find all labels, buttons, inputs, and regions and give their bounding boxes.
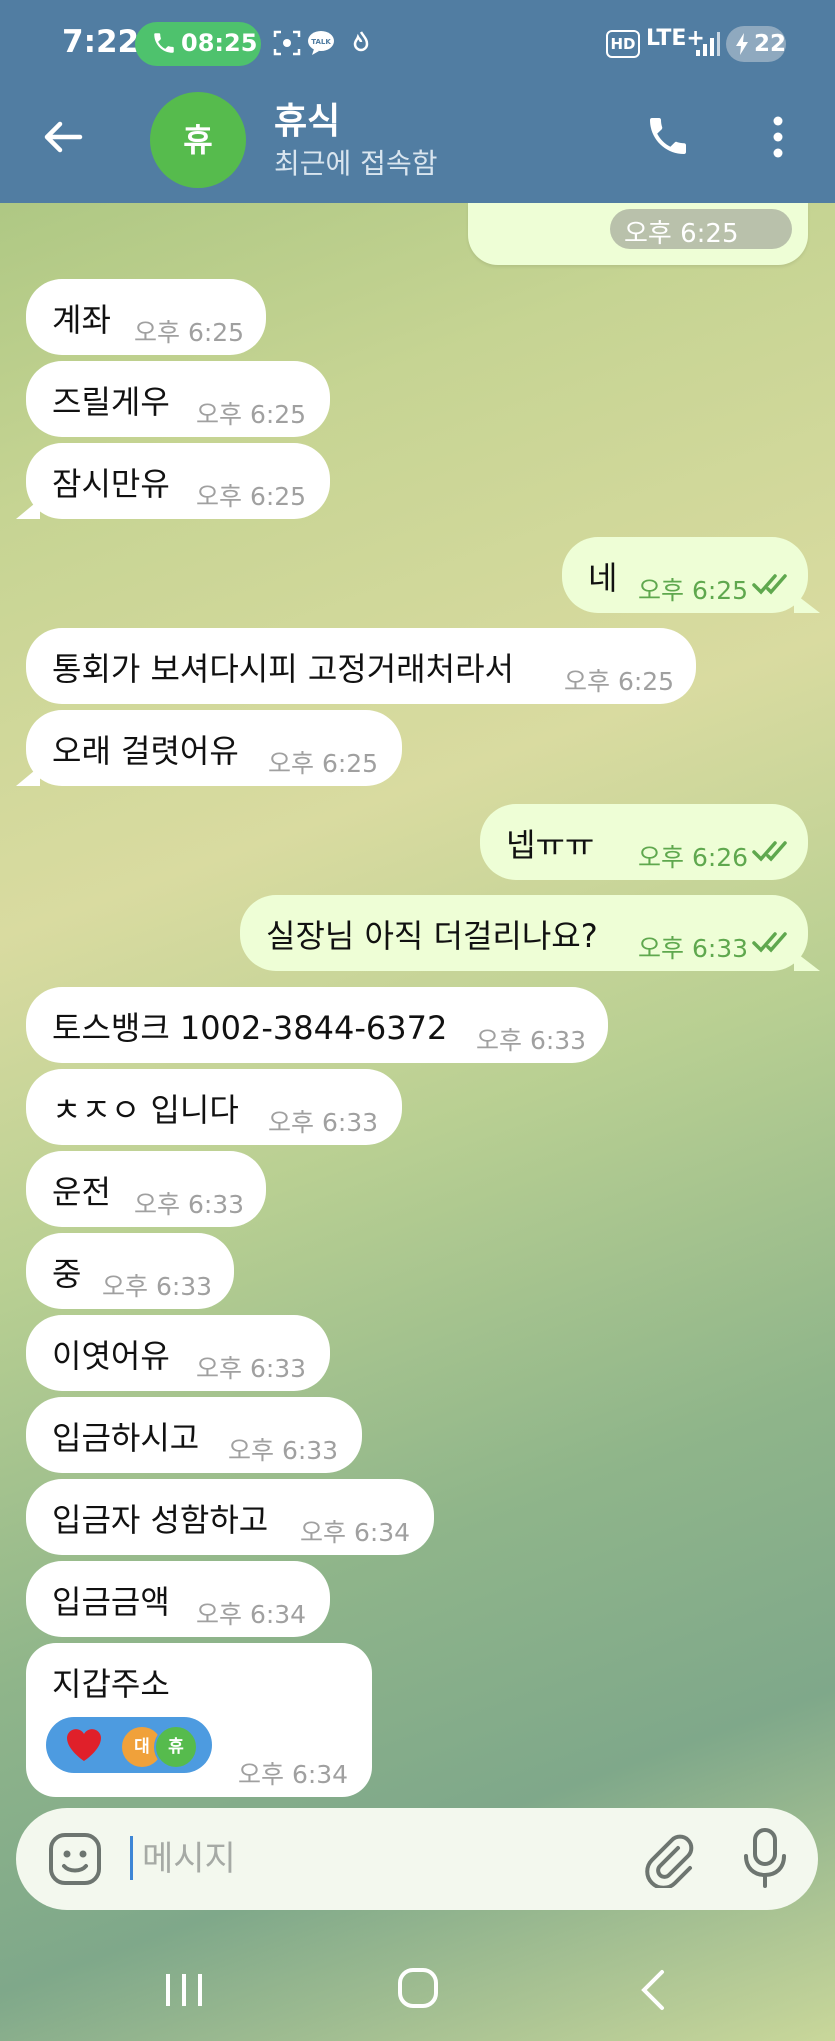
message-input[interactable] (140, 1828, 624, 1890)
double-check-icon (752, 841, 787, 862)
text-cursor (130, 1836, 133, 1880)
message-time: 오후 6:33 (228, 1436, 339, 1465)
ongoing-call-pill[interactable]: 08:25 (135, 22, 261, 66)
chat-header: 7:22 08:25 TALK HD LTE+ 22 휴 휴식 최근에 접속함 (0, 0, 835, 203)
message-time: 오후 6:33 (102, 1272, 213, 1301)
message-time: 오후 6:33 (134, 1190, 245, 1219)
outgoing-message[interactable]: 넵ㅠㅠ 오후 6:26 (480, 804, 808, 880)
message-time: 오후 6:34 (196, 1600, 307, 1629)
message-time: 오후 6:25 (268, 749, 379, 778)
incoming-message[interactable]: 즈릴게우 오후 6:25 (26, 361, 330, 437)
call-icon[interactable] (644, 112, 692, 160)
incoming-message[interactable]: 오래 걸렷어유 오후 6:25 (16, 710, 402, 786)
message-text: 즈릴게우 (52, 383, 170, 421)
message-text: 넵ㅠㅠ (506, 826, 595, 864)
signal-icon (696, 32, 720, 56)
message-text: 실장님 아직 더걸리나요? (266, 917, 598, 955)
outgoing-message[interactable]: 네 오후 6:25 (562, 537, 820, 613)
message-list[interactable]: 오후 6:25 계좌 오후 6:25 즈릴게우 오후 6:25 잠시만유 오후 … (0, 203, 835, 1809)
message-time: 오후 6:25 (134, 318, 245, 347)
partial-outgoing-message[interactable]: 오후 6:25 (468, 203, 808, 265)
status-bar: 7:22 08:25 TALK HD LTE+ 22 (0, 0, 835, 88)
incoming-message[interactable]: 계좌 오후 6:25 (26, 279, 266, 355)
message-text: 오래 걸렷어유 (52, 732, 239, 770)
message-time: 오후 6:33 (638, 934, 749, 963)
battery-indicator: 22 (726, 26, 786, 62)
contact-avatar[interactable]: 휴 (150, 92, 246, 188)
heart-icon (67, 1729, 101, 1761)
phone-icon (154, 33, 174, 53)
message-time: 오후 6:34 (238, 1760, 349, 1789)
bubble-tail (16, 766, 40, 786)
screenshot-icon (273, 30, 301, 56)
message-text: 이엿어유 (52, 1337, 170, 1375)
bubble-tail (794, 593, 820, 613)
incoming-message[interactable]: 입금자 성함하고 오후 6:34 (26, 1479, 434, 1555)
reaction-chip[interactable]: 대 휴 (46, 1717, 212, 1773)
charging-bolt-icon (736, 33, 748, 55)
incoming-message[interactable]: 토스뱅크 1002-3844-6372 오후 6:33 (26, 987, 608, 1063)
incoming-message[interactable]: 지갑주소 대 휴 오후 6:34 (26, 1643, 372, 1797)
contact-name[interactable]: 휴식 (274, 92, 340, 144)
battery-level: 22 (754, 31, 787, 57)
sticker-emoji-icon[interactable] (46, 1830, 104, 1888)
more-options-icon[interactable] (760, 112, 796, 162)
message-time: 오후 6:33 (268, 1108, 379, 1137)
call-duration: 08:25 (181, 29, 258, 57)
message-composer (16, 1808, 818, 1910)
incoming-message[interactable]: 통회가 보셔다시피 고정거래처라서 오후 6:25 (26, 628, 696, 704)
fire-notification-icon (353, 31, 369, 52)
home-icon[interactable] (396, 1966, 440, 2010)
nav-back-icon[interactable] (636, 1968, 668, 2012)
message-text: 통회가 보셔다시피 고정거래처라서 (52, 650, 514, 688)
message-time: 오후 6:25 (564, 667, 675, 696)
contact-last-seen: 최근에 접속함 (274, 147, 438, 180)
message-text: 입금금액 (52, 1583, 170, 1621)
message-time: 오후 6:25 (196, 400, 307, 429)
outgoing-message[interactable]: 실장님 아직 더걸리나요? 오후 6:33 (240, 895, 820, 971)
message-time: 오후 6:34 (300, 1518, 411, 1547)
message-text: 입금자 성함하고 (52, 1501, 269, 1539)
message-text: ㅊㅈㅇ 입니다 (52, 1091, 239, 1129)
bubble-tail (16, 499, 40, 519)
message-time: 오후 6:25 (638, 576, 749, 605)
hd-voice-badge: HD (606, 30, 640, 58)
incoming-message[interactable]: 입금하시고 오후 6:33 (26, 1397, 362, 1473)
message-time: 오후 6:26 (638, 843, 749, 872)
status-time: 7:22 (62, 24, 140, 60)
incoming-message[interactable]: 운전 오후 6:33 (26, 1151, 266, 1227)
message-text: 토스뱅크 1002-3844-6372 (52, 1009, 448, 1047)
incoming-message[interactable]: ㅊㅈㅇ 입니다 오후 6:33 (26, 1069, 402, 1145)
system-navigation-bar (0, 1930, 835, 2041)
message-text: 네 (588, 559, 618, 597)
svg-text:TALK: TALK (311, 38, 331, 46)
talk-notification-icon: TALK (308, 31, 334, 55)
message-time: 오후 6:33 (476, 1026, 587, 1055)
message-time-pill: 오후 6:25 (610, 209, 792, 249)
message-text: 계좌 (52, 301, 111, 339)
message-text: 중 (52, 1255, 82, 1293)
message-text: 입금하시고 (52, 1419, 200, 1457)
message-time: 오후 6:25 (624, 219, 739, 249)
message-time: 오후 6:33 (196, 1354, 307, 1383)
message-text: 지갑주소 (52, 1665, 170, 1703)
incoming-message[interactable]: 이엿어유 오후 6:33 (26, 1315, 330, 1391)
incoming-message[interactable]: 잠시만유 오후 6:25 (16, 443, 330, 519)
recent-apps-icon[interactable] (162, 1970, 206, 2010)
incoming-message[interactable]: 입금금액 오후 6:34 (26, 1561, 330, 1637)
double-check-icon (752, 932, 787, 953)
message-time: 오후 6:25 (196, 482, 307, 511)
back-arrow-icon[interactable] (40, 114, 86, 160)
attach-paperclip-icon[interactable] (638, 1830, 696, 1888)
microphone-icon[interactable] (740, 1826, 790, 1890)
message-text: 운전 (52, 1173, 111, 1211)
reactor-avatar: 휴 (154, 1725, 198, 1769)
double-check-icon (752, 574, 787, 595)
bubble-tail (794, 951, 820, 971)
incoming-message[interactable]: 중 오후 6:33 (26, 1233, 234, 1309)
message-text: 잠시만유 (52, 465, 170, 503)
